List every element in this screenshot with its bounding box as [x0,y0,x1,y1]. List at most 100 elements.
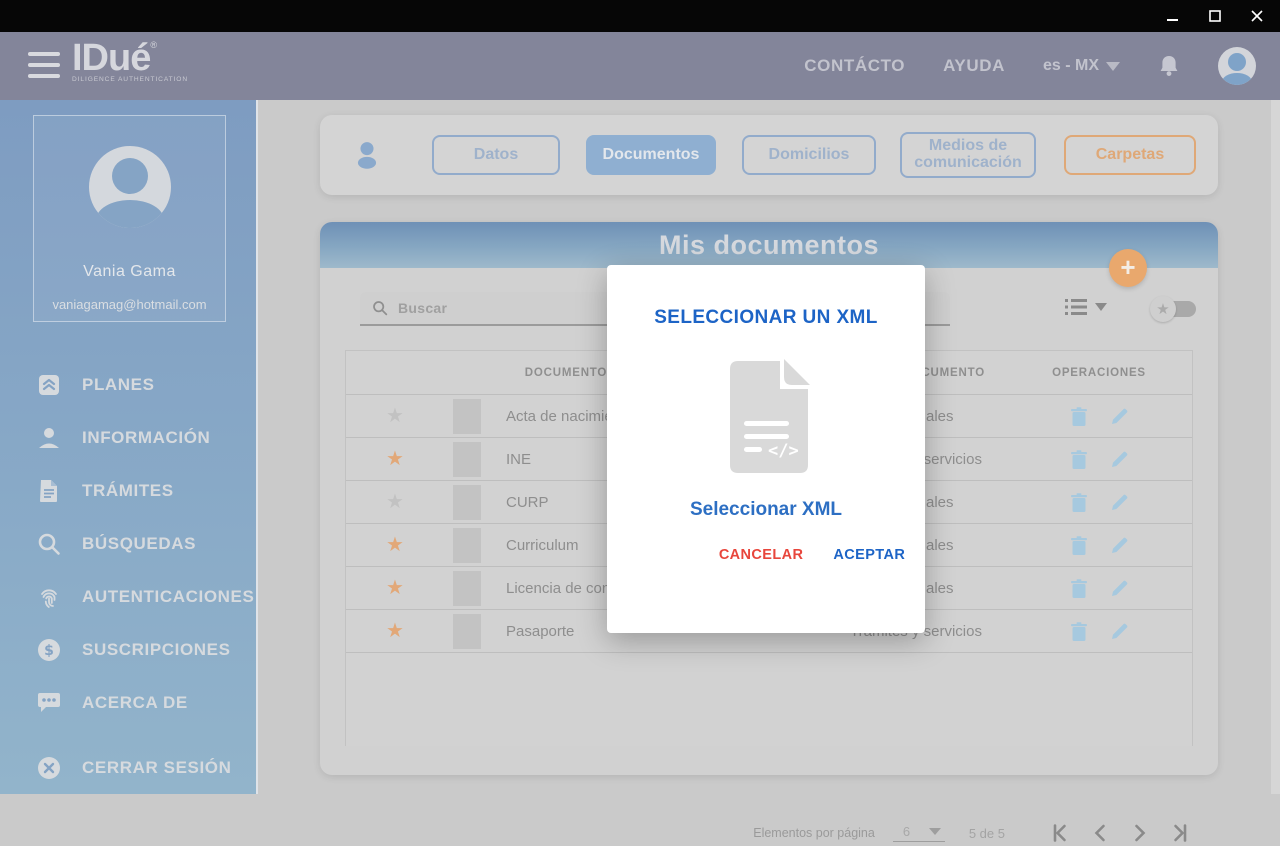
svg-text:$: $ [44,643,54,659]
document-thumbnail [453,571,481,606]
maximize-icon[interactable] [1208,9,1222,23]
tab-domicilios[interactable]: Domicilios [742,135,876,175]
star-icon[interactable]: ★ [380,532,410,557]
close-circle-icon [36,755,62,781]
nav-link-contact[interactable]: CONTÁCTO [804,56,905,76]
chat-bubble-icon [36,690,62,716]
sidebar-item-label: INFORMACIÓN [82,428,210,448]
person-icon [350,138,384,172]
delete-icon[interactable] [1070,493,1088,513]
edit-icon[interactable] [1110,536,1129,555]
logo-text: IDué [72,37,150,79]
select-xml-link[interactable]: Seleccionar XML [607,499,925,521]
delete-icon[interactable] [1070,450,1088,470]
profile-card: Vania Gama vaniagamag@hotmail.com [33,115,226,322]
sidebar-item-tramites[interactable]: TRÁMITES [36,464,256,517]
sidebar: Vania Gama vaniagamag@hotmail.com PLANES… [0,100,258,794]
user-avatar[interactable] [1218,47,1256,85]
page-range-label: 5 de 5 [969,826,1005,841]
title-bar [0,0,1280,32]
documents-header: Mis documentos [320,222,1218,268]
close-icon[interactable] [1250,9,1264,23]
document-thumbnail [453,442,481,477]
sidebar-item-label: CERRAR SESIÓN [82,758,232,778]
search-placeholder: Buscar [398,300,447,316]
pagination: Elementos por página 6 5 de 5 [320,820,1193,846]
edit-icon[interactable] [1110,493,1129,512]
edit-icon[interactable] [1110,579,1129,598]
edit-icon[interactable] [1110,450,1129,469]
last-page-icon[interactable] [1167,820,1193,846]
minimize-icon[interactable] [1166,9,1180,23]
page-size-select[interactable]: 6 [893,824,945,842]
sidebar-item-informacion[interactable]: INFORMACIÓN [36,411,256,464]
dialog-title: SELECCIONAR UN XML [607,307,925,329]
profile-email: vaniagamag@hotmail.com [34,297,225,312]
document-thumbnail [453,614,481,649]
sidebar-item-suscripciones[interactable]: $ SUSCRIPCIONES [36,623,256,676]
tab-documentos[interactable]: Documentos [586,135,716,175]
tab-medios-de-comunicacion[interactable]: Medios de comunicación [900,132,1036,178]
profile-avatar [89,146,171,228]
notifications-bell-icon[interactable] [1158,54,1180,78]
xml-file-icon: </> [716,355,816,475]
sidebar-item-busquedas[interactable]: BÚSQUEDAS [36,517,256,570]
edit-icon[interactable] [1110,622,1129,641]
menu-icon[interactable] [28,52,60,78]
scrollbar-track[interactable] [1271,100,1280,794]
tab-datos[interactable]: Datos [432,135,560,175]
sidebar-item-label: BÚSQUEDAS [82,534,196,554]
top-navbar: IDué® DILIGENCE AUTHENTICATION CONTÁCTO … [0,32,1280,100]
view-mode-selector[interactable] [1065,298,1107,316]
sidebar-item-label: ACERCA DE [82,693,188,713]
document-thumbnail [453,399,481,434]
search-icon [372,300,388,316]
first-page-icon[interactable] [1047,820,1073,846]
document-icon [36,478,62,504]
delete-icon[interactable] [1070,536,1088,556]
column-header-operaciones: OPERACIONES [1036,351,1162,395]
search-icon [36,531,62,557]
locale-selector[interactable]: es - MX [1043,57,1120,75]
list-view-icon [1065,298,1087,316]
page-title: Mis documentos [320,222,1218,268]
delete-icon[interactable] [1070,579,1088,599]
sidebar-item-cerrar-sesion[interactable]: CERRAR SESIÓN [36,741,256,794]
star-icon[interactable]: ★ [380,618,410,643]
items-per-page-label: Elementos por página [753,826,875,840]
registered-mark: ® [150,40,157,50]
document-thumbnail [453,485,481,520]
star-icon[interactable]: ★ [380,489,410,514]
dollar-circle-icon: $ [36,637,62,663]
next-page-icon[interactable] [1127,820,1153,846]
favorites-toggle[interactable]: ★ [1150,296,1196,322]
document-thumbnail [453,528,481,563]
sidebar-item-label: AUTENTICACIONES [82,587,254,607]
chevron-down-icon [929,828,941,835]
sidebar-item-label: SUSCRIPCIONES [82,640,231,660]
add-document-button[interactable]: + [1109,249,1147,287]
profile-tabs-card: Datos Documentos Domicilios Medios de co… [320,115,1218,195]
chevron-down-icon [1095,303,1107,311]
chevron-down-icon [1106,62,1120,71]
svg-text:</>: </> [768,441,799,461]
star-icon: ★ [1150,296,1176,322]
logo-subtitle: DILIGENCE AUTHENTICATION [72,76,188,83]
edit-icon[interactable] [1110,407,1129,426]
fingerprint-icon [36,584,62,610]
plans-icon [36,372,62,398]
delete-icon[interactable] [1070,407,1088,427]
cancel-button[interactable]: CANCELAR [719,547,804,563]
sidebar-item-planes[interactable]: PLANES [36,358,256,411]
star-icon[interactable]: ★ [380,575,410,600]
accept-button[interactable]: ACEPTAR [833,547,905,563]
page-size-value: 6 [903,824,910,839]
previous-page-icon[interactable] [1087,820,1113,846]
nav-link-help[interactable]: AYUDA [943,56,1005,76]
star-icon[interactable]: ★ [380,446,410,471]
star-icon[interactable]: ★ [380,403,410,428]
delete-icon[interactable] [1070,622,1088,642]
sidebar-item-autenticaciones[interactable]: AUTENTICACIONES [36,570,256,623]
sidebar-item-acerca-de[interactable]: ACERCA DE [36,676,256,729]
tab-carpetas[interactable]: Carpetas [1064,135,1196,175]
